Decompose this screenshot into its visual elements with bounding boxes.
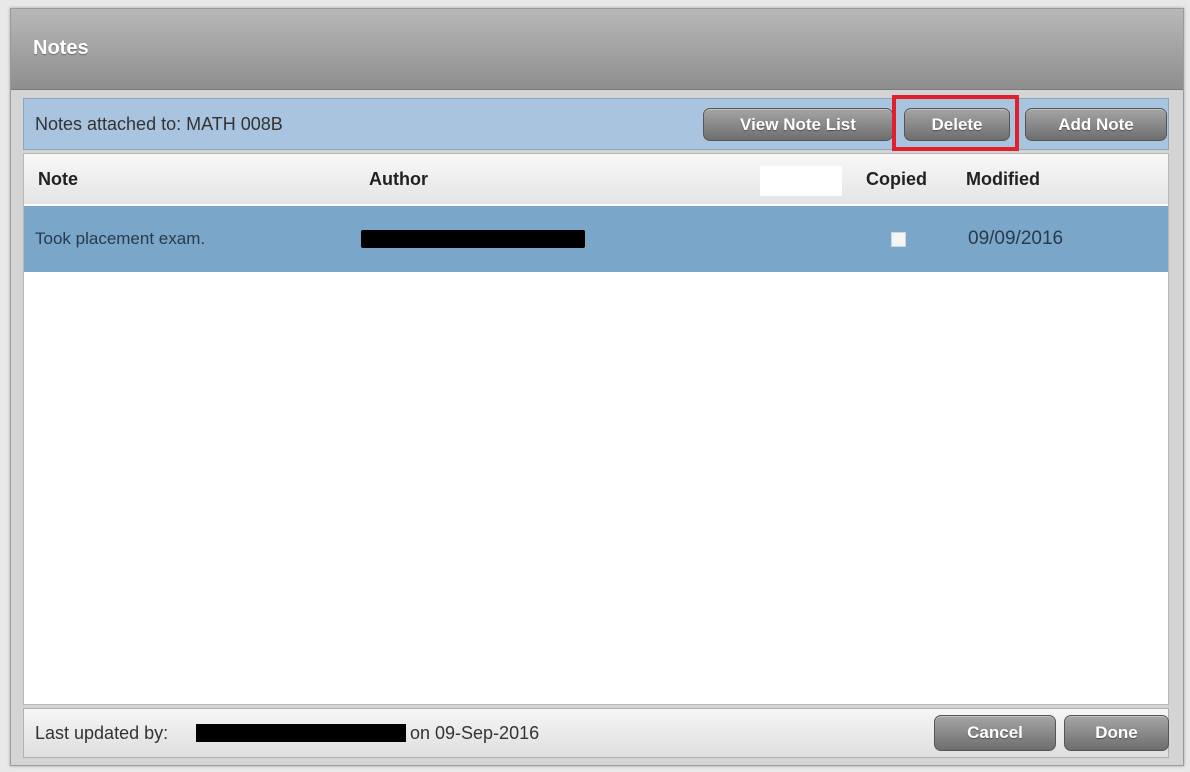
delete-highlight-annotation	[892, 95, 1019, 151]
cancel-button[interactable]: Cancel	[934, 715, 1056, 751]
column-header-note[interactable]: Note	[38, 169, 78, 190]
view-note-list-button[interactable]: View Note List	[703, 108, 893, 141]
last-updated-date: on 09-Sep-2016	[410, 723, 540, 743]
last-updated-prefix: Last updated by:	[35, 723, 169, 743]
notes-dialog: Notes Notes attached to: MATH 008B View …	[10, 8, 1184, 766]
column-header-author[interactable]: Author	[369, 169, 428, 190]
column-header-copied[interactable]: Copied	[866, 169, 927, 190]
dialog-footer: Last updated by: on 09-Sep-2016 Cancel D…	[23, 708, 1169, 758]
table-header: Note Author Copied Modified	[24, 154, 1168, 204]
copied-checkbox[interactable]	[891, 232, 906, 247]
notes-attached-label: Notes attached to: MATH 008B	[35, 114, 283, 134]
column-header-modified[interactable]: Modified	[966, 169, 1040, 190]
notes-table: Note Author Copied Modified Took placeme…	[23, 153, 1169, 705]
header-spacer	[760, 166, 842, 196]
dialog-title: Notes	[33, 37, 89, 59]
done-button[interactable]: Done	[1064, 715, 1169, 751]
table-row[interactable]: Took placement exam. 09/09/2016	[24, 206, 1168, 272]
author-cell-redacted	[361, 230, 585, 248]
note-cell: Took placement exam.	[35, 229, 206, 248]
modified-cell: 09/09/2016	[968, 228, 1064, 249]
dialog-titlebar: Notes	[11, 9, 1183, 90]
last-updated-user-redacted	[196, 724, 406, 742]
add-note-button[interactable]: Add Note	[1025, 108, 1167, 141]
